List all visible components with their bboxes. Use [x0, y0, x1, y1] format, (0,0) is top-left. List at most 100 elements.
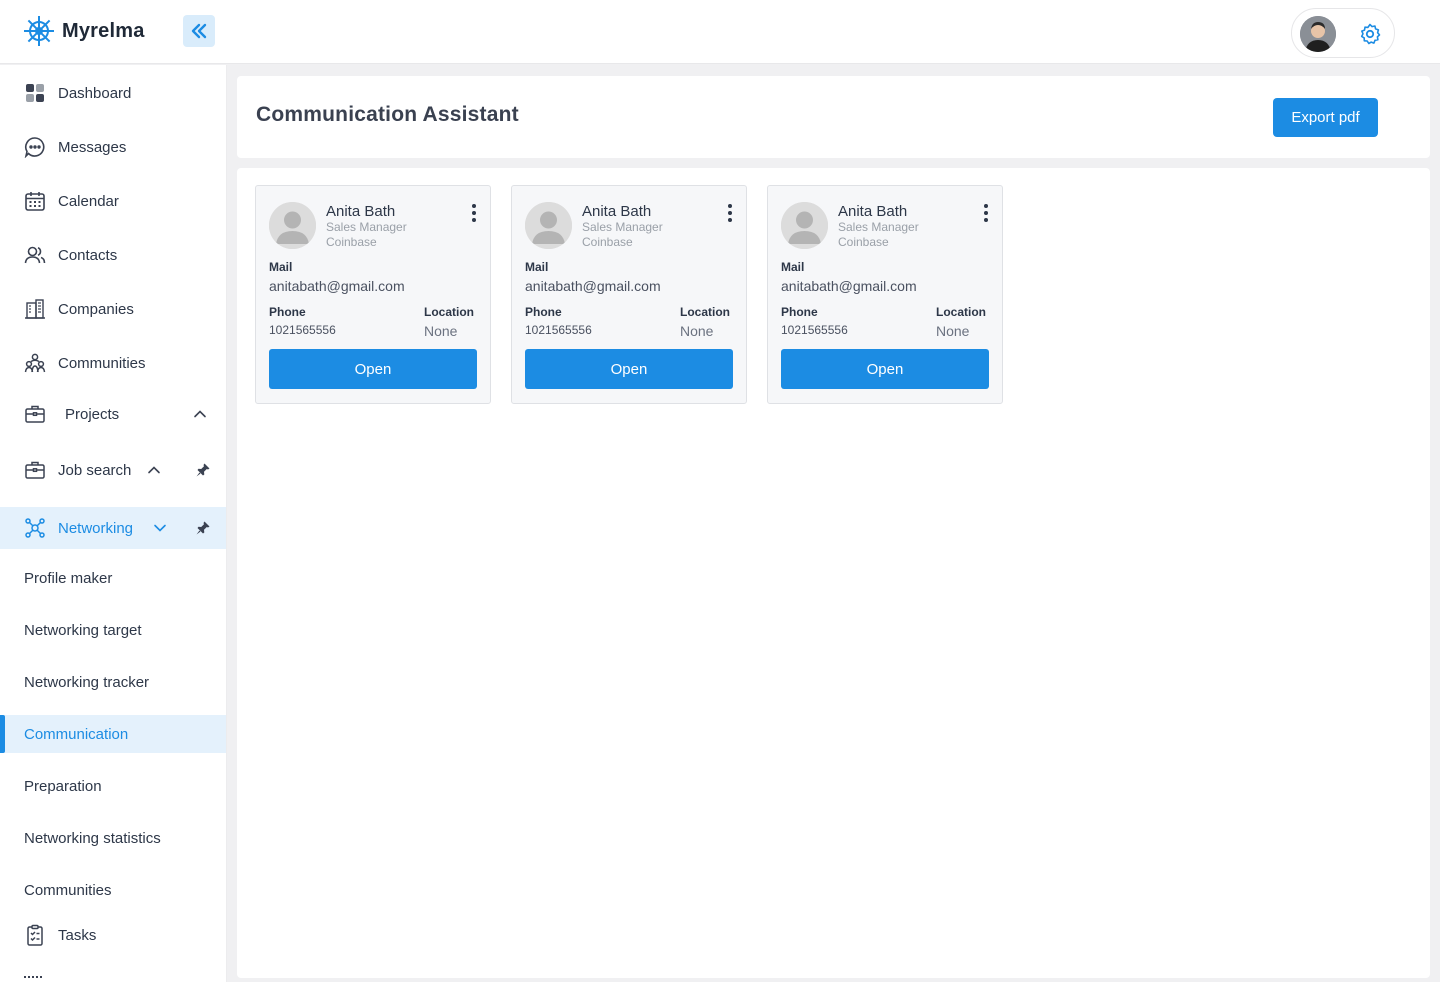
sidebar-subitem-label: Communication	[24, 725, 129, 743]
contact-mail: anitabath@gmail.com	[269, 278, 405, 294]
contact-avatar	[269, 202, 316, 249]
contact-location: None	[936, 323, 970, 339]
page-header: Communication Assistant Export pdf	[237, 76, 1430, 158]
mail-label: Mail	[781, 260, 805, 274]
sidebar-item-label: Companies	[58, 300, 134, 318]
building-icon	[24, 298, 46, 320]
phone-label: Phone	[781, 305, 818, 319]
sidebar-subitem-profile-maker[interactable]: Profile maker	[0, 559, 226, 597]
sidebar-subitem-communication[interactable]: Communication	[0, 715, 226, 753]
contact-company: Coinbase	[582, 235, 633, 249]
briefcase-icon	[24, 403, 46, 425]
location-label: Location	[936, 305, 986, 319]
sidebar-subitem-networking-tracker[interactable]: Networking tracker	[0, 663, 226, 701]
community-icon	[24, 352, 46, 374]
logo[interactable]: Myrelma	[22, 14, 145, 48]
chevron-down-icon[interactable]	[153, 521, 167, 535]
mail-label: Mail	[525, 260, 549, 274]
sidebar-item-contacts[interactable]: Contacts	[0, 237, 226, 273]
sidebar-item-job-search[interactable]: Job search	[0, 452, 226, 488]
network-icon	[24, 517, 46, 539]
collapse-sidebar-button[interactable]	[183, 15, 215, 47]
briefcase-icon	[24, 459, 46, 481]
sidebar-item-label: Contacts	[58, 246, 118, 264]
top-bar: Myrelma	[0, 0, 1440, 64]
sidebar-subitem-preparation[interactable]: Preparation	[0, 767, 226, 805]
phone-label: Phone	[525, 305, 562, 319]
contacts-panel: Anita Bath Sales Manager Coinbase Mail a…	[237, 168, 1430, 978]
contact-name: Anita Bath	[582, 203, 652, 220]
sidebar-subitem-label: Preparation	[24, 777, 102, 795]
pin-icon[interactable]	[195, 462, 211, 478]
open-button[interactable]: Open	[269, 349, 477, 389]
sidebar-subitem-label: Networking target	[24, 621, 142, 639]
more-vertical-icon[interactable]	[976, 202, 996, 224]
sidebar-item-messages[interactable]: Messages	[0, 129, 226, 165]
clipboard-icon	[24, 924, 46, 946]
chevron-up-icon[interactable]	[193, 407, 207, 421]
contact-phone: 1021565556	[781, 323, 848, 337]
sidebar-item-label: Tasks	[58, 926, 97, 944]
contact-role: Sales Manager	[838, 220, 919, 234]
ship-wheel-icon	[24, 16, 54, 46]
contact-card: Anita Bath Sales Manager Coinbase Mail a…	[767, 185, 1003, 404]
open-button[interactable]: Open	[781, 349, 989, 389]
sidebar-item-projects[interactable]: Projects	[0, 396, 226, 432]
location-label: Location	[680, 305, 730, 319]
user-controls	[1291, 8, 1395, 58]
sidebar-item-label: Projects	[65, 405, 120, 423]
sidebar-subitem-label: Networking tracker	[24, 673, 150, 691]
pin-icon[interactable]	[195, 520, 211, 536]
sidebar-subitem-label: Networking statistics	[24, 829, 161, 847]
contact-phone: 1021565556	[269, 323, 336, 337]
sidebar: Dashboard Messages Calendar Contacts Com…	[0, 65, 227, 982]
user-avatar[interactable]	[1300, 16, 1336, 52]
sidebar-item-label: Networking	[58, 519, 134, 537]
sidebar-subitem-label: Communities	[24, 881, 112, 899]
app-name: Myrelma	[62, 19, 145, 42]
phone-label: Phone	[269, 305, 306, 319]
contact-phone: 1021565556	[525, 323, 592, 337]
contact-company: Coinbase	[838, 235, 889, 249]
calendar-icon	[24, 976, 42, 982]
sidebar-subitem-networking-statistics[interactable]: Networking statistics	[0, 819, 226, 857]
more-vertical-icon[interactable]	[720, 202, 740, 224]
sidebar-item-networking[interactable]: Networking	[0, 507, 226, 549]
mail-label: Mail	[269, 260, 293, 274]
sidebar-item-label: Dashboard	[58, 84, 132, 102]
sidebar-item-communities[interactable]: Communities	[0, 345, 226, 381]
sidebar-item-label: Job search	[58, 461, 132, 479]
contact-role: Sales Manager	[582, 220, 663, 234]
chevron-up-icon[interactable]	[147, 463, 161, 477]
double-chevron-left-icon	[191, 23, 207, 39]
contact-company: Coinbase	[326, 235, 377, 249]
more-vertical-icon[interactable]	[464, 202, 484, 224]
sidebar-item-tasks[interactable]: Tasks	[0, 917, 226, 953]
grid-icon	[24, 82, 46, 104]
contact-avatar	[525, 202, 572, 249]
gear-icon[interactable]	[1358, 22, 1382, 46]
sidebar-item-label: Messages	[58, 138, 127, 156]
sidebar-item-dashboard[interactable]: Dashboard	[0, 75, 226, 111]
contact-mail: anitabath@gmail.com	[781, 278, 917, 294]
calendar-icon	[24, 190, 46, 212]
open-button[interactable]: Open	[525, 349, 733, 389]
sidebar-subitem-communities[interactable]: Communities	[0, 871, 226, 909]
contact-avatar	[781, 202, 828, 249]
sidebar-item-label: Communities	[58, 354, 146, 372]
contact-card: Anita Bath Sales Manager Coinbase Mail a…	[511, 185, 747, 404]
export-pdf-button[interactable]: Export pdf	[1273, 98, 1378, 137]
contact-name: Anita Bath	[838, 203, 908, 220]
sidebar-subitem-networking-target[interactable]: Networking target	[0, 611, 226, 649]
sidebar-item-calendar[interactable]: Calendar	[0, 183, 226, 219]
location-label: Location	[424, 305, 474, 319]
contact-mail: anitabath@gmail.com	[525, 278, 661, 294]
contact-name: Anita Bath	[326, 203, 396, 220]
sidebar-item-label: Calendar	[58, 192, 119, 210]
contact-location: None	[424, 323, 458, 339]
contact-location: None	[680, 323, 714, 339]
contact-role: Sales Manager	[326, 220, 407, 234]
sidebar-item-companies[interactable]: Companies	[0, 291, 226, 327]
sidebar-subitem-label: Profile maker	[24, 569, 113, 587]
chat-icon	[24, 136, 46, 158]
